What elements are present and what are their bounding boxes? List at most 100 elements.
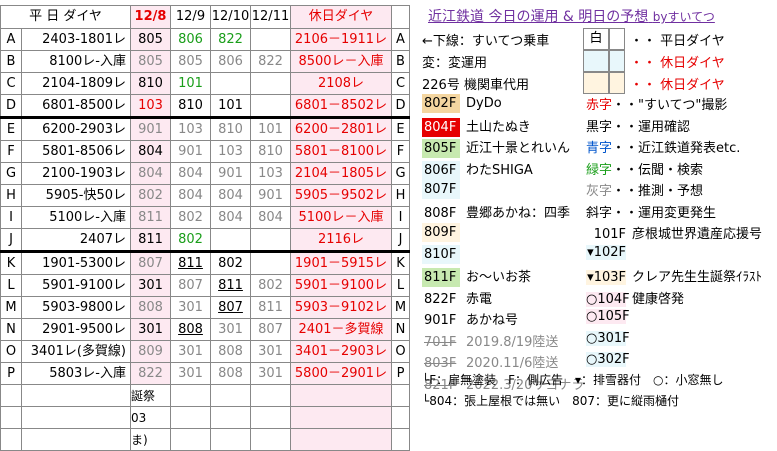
- legend-key: 青字・・近江鉄道発表etc.: [586, 137, 740, 156]
- car-cell: 802: [170, 228, 211, 252]
- small-car-item: ▾102F: [586, 244, 632, 260]
- legend-key: 赤字・・"すいてつ"撮影: [586, 94, 727, 113]
- legend-key: 斜字・・運用変更発生: [586, 202, 716, 221]
- holiday-label-2: ・・ 休日ダイヤ: [630, 78, 725, 93]
- car-cell: 101: [250, 116, 291, 141]
- car-cell: 810: [250, 140, 291, 163]
- schedule-row: L 5901-9100レ 301 807 811 802 5901－9100レ L: [0, 274, 410, 297]
- schedule-table: 平 日 ダイヤ 12/8 12/9 12/10 12/11 休日ダイヤ A 240…: [0, 5, 410, 451]
- date-2: 12/9: [170, 5, 211, 29]
- car-cell: 103: [130, 94, 171, 118]
- row-key-right: B: [391, 50, 410, 73]
- car-cell: 802: [170, 206, 211, 229]
- row-key: E: [0, 116, 22, 141]
- car-code: 901F: [422, 311, 460, 330]
- holiday-diagram: 2108レ: [290, 72, 392, 95]
- car-code: 822F: [422, 289, 460, 309]
- car-code: 811F: [422, 268, 460, 287]
- row-key: F: [0, 140, 22, 163]
- car-item: 901F あかね号: [422, 309, 518, 330]
- holiday-diagram: 5901－9100レ: [290, 274, 392, 297]
- car-item: 806F わたSHIGA: [422, 159, 533, 180]
- car-cell: 804: [170, 162, 211, 185]
- car-name: お〜いお茶: [466, 270, 532, 285]
- row-key-right: O: [391, 340, 410, 363]
- row-key-right: K: [391, 250, 410, 275]
- car-cell: 807: [210, 296, 251, 319]
- row-key-right: I: [391, 206, 410, 229]
- car-cell: 802: [130, 184, 171, 207]
- small-car-name: クレア先生生誕祭ｲﾗｽﾄ: [632, 270, 763, 285]
- car-cell: 901: [210, 162, 251, 185]
- panel-title[interactable]: 近江鉄道 今日の運用 & 明日の予想 byすいてつ: [428, 6, 715, 26]
- car-name: 2019.8/19陸送: [466, 334, 559, 350]
- car-cell: [250, 228, 291, 252]
- weekday-label: ・・ 平日ダイヤ: [630, 34, 725, 49]
- extra-1: 誕祭: [130, 384, 171, 407]
- holiday-diagram: 6200－2801レ: [290, 116, 392, 141]
- holiday-diagram: 2104－1805レ: [290, 162, 392, 185]
- legend-change: 変：変運用: [422, 56, 488, 71]
- car-cell: [250, 28, 291, 51]
- schedule-row: K 1901-5300レ 807 811 802 1901－5915レ K: [0, 250, 410, 275]
- row-key: G: [0, 162, 22, 185]
- car-cell: 301: [250, 362, 291, 385]
- schedule-row: M 5903-9800レ 808 301 807 811 5903－9102レ M: [0, 296, 410, 319]
- holiday-diagram: 2116レ: [290, 228, 392, 252]
- row-key-right: F: [391, 140, 410, 163]
- legend-key-name: 斜字: [586, 205, 613, 221]
- car-cell: 811: [130, 206, 171, 229]
- row-key: N: [0, 318, 22, 341]
- row-key-right: N: [391, 318, 410, 341]
- legend-key-desc: ・・伝聞・検索: [612, 162, 704, 178]
- car-cell: 822: [250, 50, 291, 73]
- holiday-diagram: 3401－2903レ: [290, 340, 392, 363]
- weekday-diagram: 2901-9500レ: [21, 318, 131, 341]
- car-item: 802F DyDo: [422, 94, 502, 113]
- holiday-diagram: 8500レ－入庫: [290, 50, 392, 73]
- row-key-right: P: [391, 362, 410, 385]
- car-item: 808F 豊郷あかね：四季: [422, 202, 570, 223]
- schedule-row: G 2100-1903レ 804 804 901 103 2104－1805レ G: [0, 162, 410, 185]
- weekday-diagram: 2407レ: [21, 228, 131, 252]
- car-cell: 822: [130, 362, 171, 385]
- car-item: 810F: [422, 244, 466, 264]
- small-car-name: 彦根城世界遺産応援号: [632, 227, 763, 242]
- car-cell: [250, 94, 291, 118]
- car-code: 807F: [422, 180, 460, 199]
- weekday-diagram: 6200-2903レ: [21, 116, 131, 141]
- weekday-diagram: 5801-8506レ: [21, 140, 131, 163]
- car-item: 809F: [422, 223, 466, 242]
- car-cell: 807: [130, 250, 171, 275]
- car-cell: 810: [210, 116, 251, 141]
- car-cell: 804: [130, 140, 171, 163]
- weekday-diagram: 2403-1801レ: [21, 28, 131, 51]
- holiday-diagram: 2401－多賀線: [290, 318, 392, 341]
- car-cell: 301: [170, 362, 211, 385]
- car-item: 804F 土山たぬき: [422, 116, 531, 137]
- car-cell: 101: [210, 94, 251, 118]
- car-cell: 804: [130, 162, 171, 185]
- car-cell: 822: [210, 28, 251, 51]
- right-panel: 近江鉄道 今日の運用 & 明日の予想 byすいてつ ←下線：すいてつ乗車 変：変…: [420, 0, 777, 415]
- holiday-diagram: 5800－2901レ: [290, 362, 392, 385]
- car-item: 803F 2020.11/6陸送: [422, 352, 558, 373]
- car-cell: [250, 72, 291, 95]
- schedule-row: J 2407レ 811 802 2116レ J: [0, 228, 410, 252]
- holiday-diagram: 5903－9102レ: [290, 296, 392, 319]
- car-code: 802F: [422, 94, 460, 113]
- car-cell: 802: [250, 274, 291, 297]
- legend-key-name: 赤字: [586, 98, 613, 113]
- car-cell: 811: [250, 296, 291, 319]
- row-key: I: [0, 206, 22, 229]
- car-cell: 804: [210, 184, 251, 207]
- car-cell: 901: [170, 140, 211, 163]
- weekday-diagram: 2104-1809レ: [21, 72, 131, 95]
- car-cell: 804: [170, 184, 211, 207]
- small-car-code: ▾102F: [586, 244, 626, 260]
- car-cell: 810: [130, 72, 171, 95]
- holiday-diagram: 1901－5915レ: [290, 250, 392, 275]
- row-key-right: C: [391, 72, 410, 95]
- weekday-diagram: 1901-5300レ: [21, 250, 131, 275]
- car-code: 810F: [422, 244, 460, 264]
